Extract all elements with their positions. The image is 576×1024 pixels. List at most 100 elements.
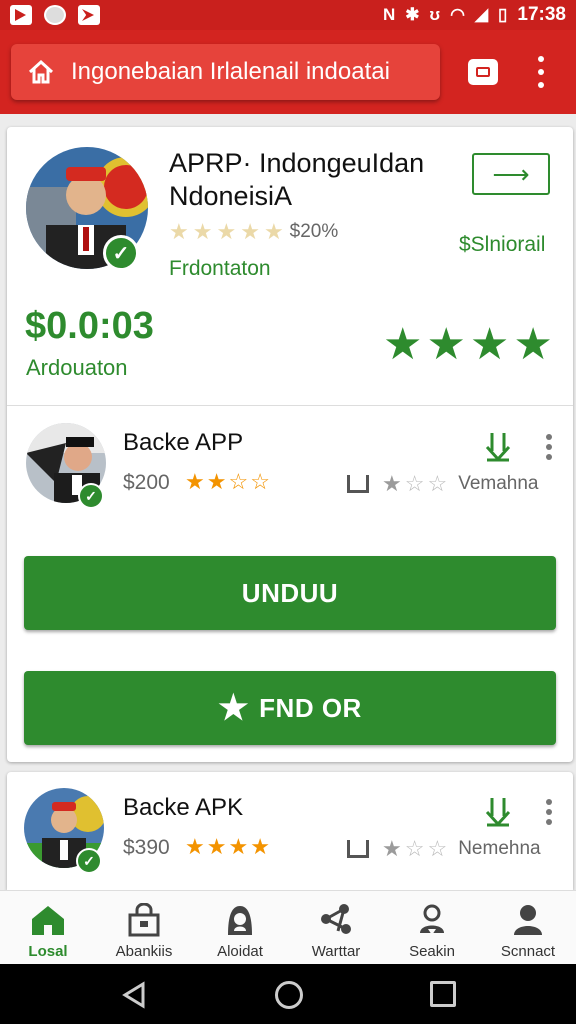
home-system-icon[interactable] — [275, 981, 303, 1009]
star-icon: ★ — [228, 834, 249, 859]
star-icon: ★ — [383, 320, 423, 369]
star-icon: ★ — [382, 471, 402, 496]
primary-action-button[interactable]: UNDUU — [24, 556, 556, 630]
store-icon — [128, 903, 160, 937]
recent-apps-icon[interactable] — [430, 981, 456, 1007]
overflow-menu-icon[interactable] — [530, 56, 552, 88]
featured-subtitle: Frdontaton — [169, 257, 271, 280]
primary-action-label: UNDUU — [241, 577, 339, 608]
cast-icon[interactable] — [468, 59, 498, 85]
nav-item-losal[interactable]: Losal — [0, 891, 96, 964]
home-icon[interactable] — [27, 59, 55, 85]
app-stars: ★ ★ ★ ★ — [185, 836, 270, 858]
featured-big-stars: ★ ★ ★ ★ — [383, 323, 553, 367]
app-price: $390 — [123, 836, 170, 859]
star-icon: ★ — [206, 469, 227, 494]
star-icon: ★ — [206, 834, 227, 859]
featured-card: ✓ APRP· IndongeuIdan NdoneisiA ★ ★ ★ ★ ★… — [7, 127, 573, 762]
star-icon: ★ — [192, 219, 213, 244]
star-icon: ★ — [426, 320, 466, 369]
star-icon: ★ — [382, 836, 402, 861]
app-title[interactable]: Backe APP — [123, 429, 243, 457]
verified-check-icon: ✓ — [103, 235, 139, 271]
arrow-right-icon: ⟶ — [492, 158, 530, 189]
back-icon[interactable] — [121, 981, 147, 1009]
status-time: 17:38 — [517, 4, 566, 25]
verified-check-icon: ✓ — [78, 483, 104, 509]
star-icon: ★ — [185, 834, 205, 859]
featured-title: APRP· IndongeuIdan NdoneisiA — [169, 148, 425, 211]
nav-label: Losal — [28, 943, 68, 960]
nav-item-scnnact[interactable]: Scnnact — [480, 891, 576, 964]
vibrate-icon: ʊ — [429, 5, 441, 24]
secondary-action-button[interactable]: ★ FND OR — [24, 671, 556, 745]
featured-rating: ★ ★ ★ ★ ★ $20% — [169, 221, 338, 243]
app-meta: ★ ☆ ☆ Vemahna — [347, 473, 539, 495]
app-price: $200 — [123, 471, 170, 494]
star-icon: ★ — [216, 219, 237, 244]
nav-label: Aloidat — [217, 943, 263, 960]
divider — [7, 405, 573, 406]
avatar-notification-icon — [44, 5, 66, 25]
search-bar[interactable]: Ingonebaian Irlalenail indoatai — [11, 44, 440, 100]
star-empty-icon: ☆ — [250, 469, 270, 494]
home-icon — [32, 906, 64, 935]
download-icon[interactable] — [483, 429, 513, 463]
featured-price: $0.0:03 — [25, 305, 154, 347]
star-empty-icon: ☆ — [427, 471, 448, 496]
star-icon: ★ — [250, 834, 270, 859]
app-overflow-icon[interactable] — [545, 799, 553, 825]
app-card: ✓ Backe APK $390 ★ ★ ★ ★ ★ ☆ ☆ Nemehna — [7, 772, 573, 890]
status-bar: N ✱ ʊ ◠ ◢ ▯ 17:38 — [0, 0, 576, 30]
star-icon: ★ — [185, 469, 205, 494]
search-text[interactable]: Ingonebaian Irlalenail indoatai — [71, 58, 390, 86]
star-empty-icon: ☆ — [404, 471, 425, 496]
person-icon — [514, 905, 542, 935]
nav-item-abankiis[interactable]: Abankiis — [96, 891, 192, 964]
open-arrow-button[interactable]: ⟶ — [472, 153, 550, 195]
verified-check-icon: ✓ — [76, 848, 102, 874]
chart-icon — [347, 475, 369, 493]
star-icon: ★ — [169, 219, 189, 244]
bottom-navigation: Losal Abankiis Aloidat Warttar Seakin Sc… — [0, 890, 576, 964]
featured-price-caption: Ardouaton — [26, 355, 128, 380]
nav-item-seakin[interactable]: Seakin — [384, 891, 480, 964]
nav-label: Scnnact — [500, 943, 556, 960]
app-meta: ★ ☆ ☆ Nemehna — [347, 838, 541, 860]
nav-item-aloidat[interactable]: Aloidat — [192, 891, 288, 964]
system-navigation-bar — [0, 964, 576, 1024]
app-meta-label: Nemehna — [458, 838, 541, 859]
signal-icon: ◢ — [474, 5, 489, 24]
star-empty-icon: ☆ — [404, 836, 425, 861]
star-icon: ★ — [218, 689, 250, 727]
nav-item-warttar[interactable]: Warttar — [288, 891, 384, 964]
star-empty-icon: ☆ — [427, 836, 448, 861]
star-icon: ★ — [263, 219, 284, 244]
user-hat-icon — [228, 906, 252, 935]
star-icon: ★ — [240, 219, 260, 244]
app-title[interactable]: Backe APK — [123, 794, 243, 822]
app-meta-label: Vemahna — [458, 473, 539, 494]
battery-icon: ▯ — [498, 5, 508, 24]
chart-icon — [347, 840, 369, 858]
bluetooth-icon: ✱ — [405, 5, 420, 24]
wifi-icon: ◠ — [450, 5, 465, 24]
nav-label: Seakin — [409, 943, 455, 960]
nav-label: Warttar — [311, 943, 361, 960]
secondary-action-label: FND OR — [259, 692, 362, 723]
app-notification-icon — [78, 5, 100, 25]
star-icon: ★ — [469, 320, 510, 369]
star-icon: ★ — [513, 320, 553, 369]
app-stars: ★ ★ ☆ ☆ — [185, 471, 270, 493]
star-half-icon: ☆ — [228, 469, 249, 494]
app-overflow-icon[interactable] — [545, 434, 553, 460]
app-notification-icon — [10, 5, 32, 25]
app-header: Ingonebaian Irlalenail indoatai — [0, 30, 576, 114]
nfc-icon: N — [383, 5, 396, 24]
share-icon — [321, 904, 351, 934]
person-pin-icon — [420, 904, 444, 935]
rating-percent: $20% — [289, 221, 339, 242]
nav-label: Abankiis — [115, 943, 173, 960]
download-icon[interactable] — [483, 794, 513, 828]
featured-link[interactable]: $Slniorail — [459, 233, 545, 257]
